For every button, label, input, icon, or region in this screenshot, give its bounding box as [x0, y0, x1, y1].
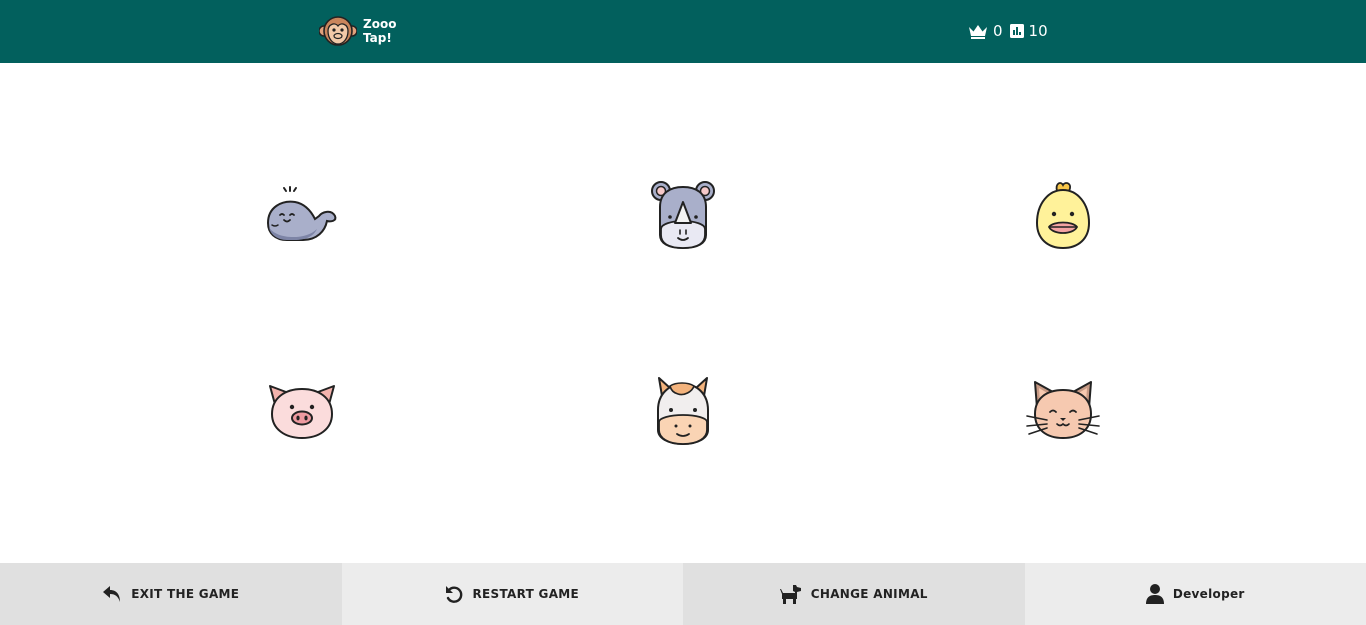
score-value: 0	[993, 22, 1003, 40]
restart-game-label: RESTART GAME	[472, 587, 580, 601]
game-page: Zooo Tap! 0 10 EXIT THE GAME RESTART GAM…	[0, 0, 1366, 625]
horse-icon	[657, 377, 709, 446]
dog-icon	[779, 585, 801, 604]
restart-game-button[interactable]: RESTART GAME	[341, 563, 683, 625]
developer-button[interactable]: Developer	[1024, 563, 1366, 625]
whale-icon	[266, 186, 337, 241]
target-value: 10	[1028, 22, 1048, 40]
cat-icon	[1026, 381, 1100, 440]
animal-card-cat[interactable]	[1003, 360, 1123, 460]
animal-card-rhino[interactable]	[623, 165, 743, 265]
score-panel: 0 10	[968, 21, 1055, 41]
crown-icon	[969, 24, 987, 39]
monkey-icon	[319, 16, 357, 46]
app-title: Zooo Tap!	[363, 17, 403, 45]
animal-card-chick[interactable]	[1003, 165, 1123, 265]
change-animal-label: CHANGE ANIMAL	[810, 587, 928, 601]
bar-chart-icon	[1009, 24, 1024, 38]
user-icon	[1145, 584, 1164, 604]
chick-icon	[1035, 182, 1091, 250]
animal-card-horse[interactable]	[623, 360, 743, 460]
rhino-icon	[651, 181, 715, 250]
pig-icon	[269, 385, 335, 440]
score-stat: 0	[968, 22, 1003, 40]
animal-card-whale[interactable]	[242, 165, 362, 265]
exit-game-label: EXIT THE GAME	[131, 587, 240, 601]
restart-icon	[446, 585, 463, 603]
change-animal-button[interactable]: CHANGE ANIMAL	[683, 563, 1025, 625]
animal-card-pig[interactable]	[242, 360, 362, 460]
reply-arrow-icon	[103, 586, 121, 602]
top-bar: Zooo Tap! 0 10	[0, 0, 1366, 63]
developer-label: Developer	[1172, 587, 1245, 601]
target-stat: 10	[1009, 22, 1048, 40]
bottom-bar: EXIT THE GAME RESTART GAME CHANGE ANIMAL	[0, 563, 1366, 625]
animal-grid	[110, 110, 1256, 510]
app-logo[interactable]: Zooo Tap!	[319, 13, 403, 49]
app-title-line1: Zooo	[363, 17, 397, 31]
exit-game-button[interactable]: EXIT THE GAME	[0, 563, 342, 625]
app-title-line2: Tap!	[363, 31, 392, 45]
